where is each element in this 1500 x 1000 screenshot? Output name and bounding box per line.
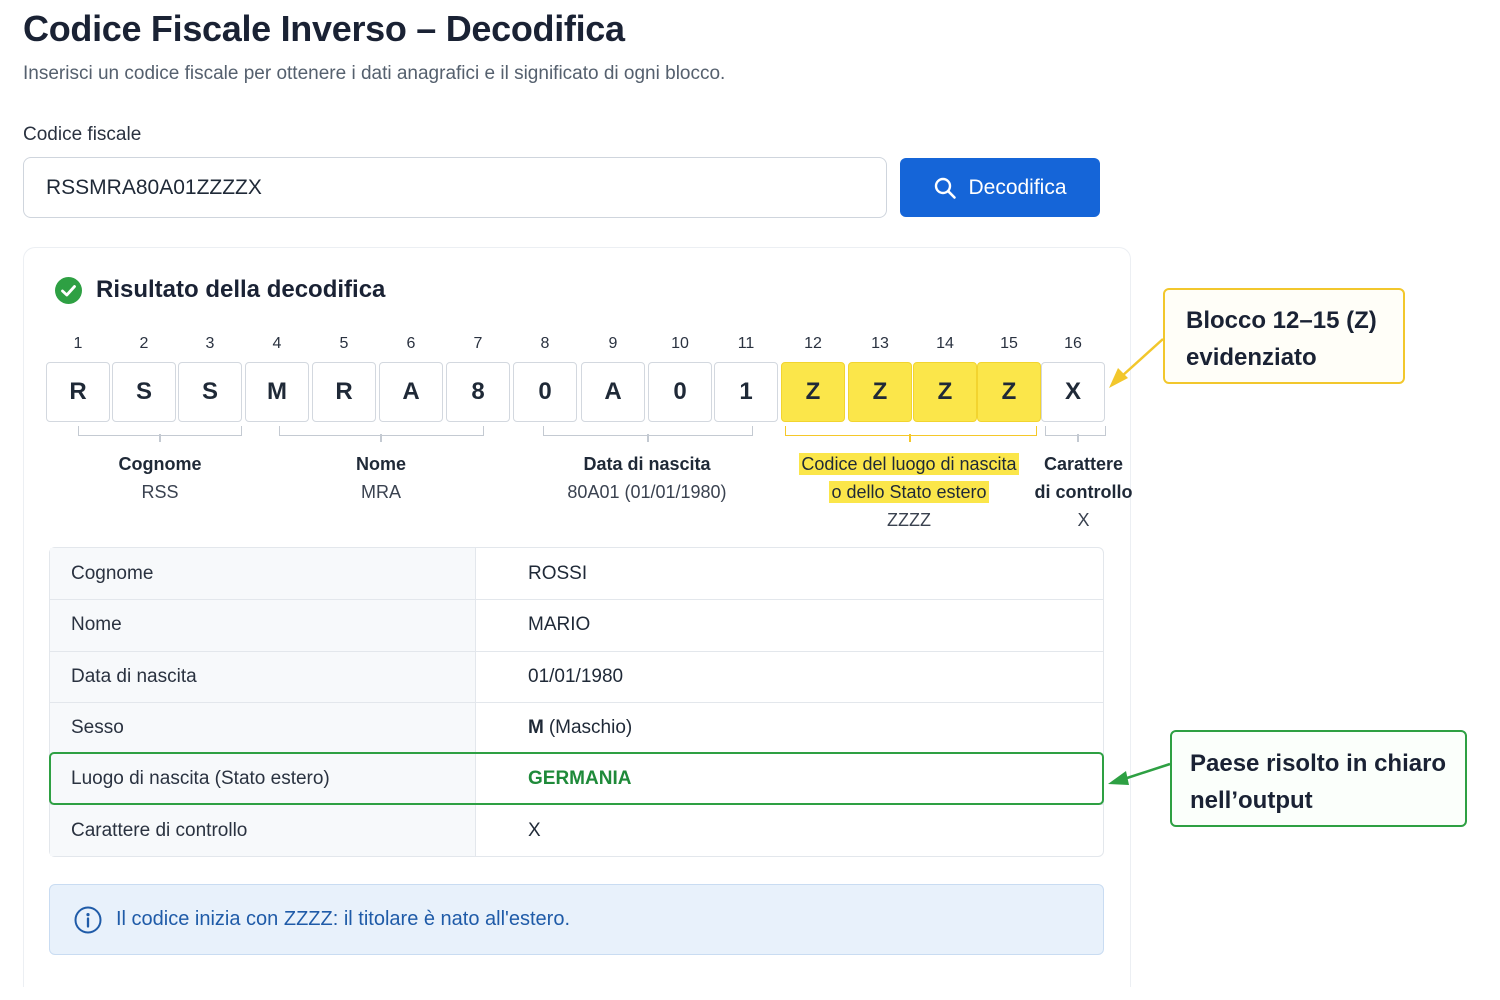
table-row-nome: Nome MARIO xyxy=(50,599,1103,651)
table-value: M (Maschio) xyxy=(476,703,1103,753)
table-value: MARIO xyxy=(528,614,591,636)
info-notice: Il codice inizia con ZZZZ: il titolare è… xyxy=(49,884,1104,955)
character-box: Z xyxy=(781,362,845,422)
position-number: 1 xyxy=(73,335,83,352)
search-icon xyxy=(935,177,957,199)
group-label-data-nascita: Data di nascita xyxy=(583,454,711,474)
character-box: 0 xyxy=(513,362,577,422)
result-header: Risultato della decodifica xyxy=(55,276,385,304)
character-box: S xyxy=(178,362,242,422)
position-number: 10 xyxy=(671,335,689,352)
position-number: 7 xyxy=(473,335,483,352)
character-box: Z xyxy=(913,362,977,422)
table-key: Sesso xyxy=(50,702,476,754)
character-box: A xyxy=(379,362,443,422)
decodifica-button-label: Decodifica xyxy=(968,175,1067,199)
block-callout: Blocco 12–15 (Z) evidenziato xyxy=(1163,288,1405,384)
group-label-luogo-nascita: Codice del luogo di nascita o dello Stat… xyxy=(778,450,1040,506)
position-number: 5 xyxy=(339,335,349,352)
position-number: 16 xyxy=(1064,335,1082,352)
decodifica-button[interactable]: Decodifica xyxy=(900,158,1100,217)
block-callout-line2: evidenziato xyxy=(1186,344,1317,371)
codice-fiscale-label: Codice fiscale xyxy=(23,124,142,145)
group-label-luogo-line2: o dello Stato estero xyxy=(829,481,989,503)
position-number: 3 xyxy=(205,335,215,352)
character-box: R xyxy=(312,362,376,422)
position-number: 12 xyxy=(804,335,822,352)
table-key: Cognome xyxy=(50,548,476,600)
position-number: 6 xyxy=(406,335,416,352)
country-callout-line1: Paese risolto in chiaro xyxy=(1190,750,1447,777)
page-subtitle: Inserisci un codice fiscale per ottenere… xyxy=(23,63,726,84)
position-number: 11 xyxy=(737,335,755,352)
table-value-country: GERMANIA xyxy=(528,768,632,790)
details-table: Cognome ROSSI Nome MARIO Data di nascita… xyxy=(49,547,1104,857)
table-row-data-nascita: Data di nascita 01/01/1980 xyxy=(50,650,1103,702)
position-number: 4 xyxy=(272,335,282,352)
group-label-controllo: Carattere di controllo xyxy=(1026,450,1141,506)
character-box: Z xyxy=(848,362,912,422)
table-value: 01/01/1980 xyxy=(528,665,624,687)
character-box: S xyxy=(112,362,176,422)
table-key: Data di nascita xyxy=(50,651,476,702)
group-value-luogo-nascita: ZZZZ xyxy=(887,510,931,530)
sex-code: M xyxy=(528,717,544,739)
position-number: 9 xyxy=(608,335,618,352)
table-key: Luogo di nascita (Stato estero) xyxy=(50,754,476,805)
character-box: A xyxy=(581,362,645,422)
group-label-luogo-line1: Codice del luogo di nascita xyxy=(799,453,1019,475)
check-circle-icon xyxy=(55,276,82,304)
bracket-tick xyxy=(1077,434,1079,442)
position-number: 15 xyxy=(1000,335,1018,352)
table-row-luogo-nascita: Luogo di nascita (Stato estero) GERMANIA xyxy=(49,752,1104,806)
position-number: 2 xyxy=(139,335,149,352)
group-label-controllo-line1: Carattere xyxy=(1043,454,1124,474)
table-key: Carattere di controllo xyxy=(50,805,476,856)
group-value-cognome: RSS xyxy=(141,482,179,502)
info-icon xyxy=(74,906,102,933)
page-title: Codice Fiscale Inverso – Decodifica xyxy=(23,8,625,49)
sex-description: (Maschio) xyxy=(548,717,633,739)
bracket-luogo-nascita xyxy=(785,426,1037,436)
table-value: X xyxy=(528,819,541,841)
group-label-cognome: Cognome xyxy=(118,454,202,474)
bracket-controllo xyxy=(1045,426,1106,436)
position-number: 14 xyxy=(936,335,954,352)
character-box: 1 xyxy=(714,362,778,422)
result-title: Risultato della decodifica xyxy=(96,276,386,303)
group-value-data-nascita: 80A01 (01/01/1980) xyxy=(567,482,727,502)
character-box: X xyxy=(1041,362,1105,422)
bracket-tick xyxy=(909,434,911,442)
position-number: 8 xyxy=(540,335,550,352)
character-box: M xyxy=(245,362,309,422)
character-box: R xyxy=(46,362,110,422)
bracket-nome xyxy=(279,426,484,436)
table-key: Nome xyxy=(50,600,476,651)
group-label-nome: Nome xyxy=(355,454,406,474)
character-box: 8 xyxy=(446,362,510,422)
character-box: Z xyxy=(977,362,1041,422)
table-row-controllo: Carattere di controllo X xyxy=(50,804,1103,856)
bracket-tick xyxy=(380,434,382,442)
table-value: ROSSI xyxy=(528,562,588,584)
group-value-nome: MRA xyxy=(361,482,401,502)
bracket-tick xyxy=(647,434,649,442)
group-value-controllo: X xyxy=(1077,510,1090,530)
info-notice-text: Il codice inizia con ZZZZ: il titolare è… xyxy=(116,908,571,930)
table-row-sesso: Sesso M (Maschio) xyxy=(50,701,1103,754)
block-callout-line1: Blocco 12–15 (Z) xyxy=(1186,307,1377,334)
country-callout: Paese risolto in chiaro nell’output xyxy=(1170,730,1467,827)
character-box: 0 xyxy=(648,362,712,422)
country-callout-line2: nell’output xyxy=(1190,787,1313,814)
codice-fiscale-input[interactable] xyxy=(23,157,887,218)
table-row-cognome: Cognome ROSSI xyxy=(50,548,1103,600)
group-label-controllo-line2: di controllo xyxy=(1034,482,1133,502)
position-number: 13 xyxy=(871,335,889,352)
bracket-tick xyxy=(159,434,161,442)
